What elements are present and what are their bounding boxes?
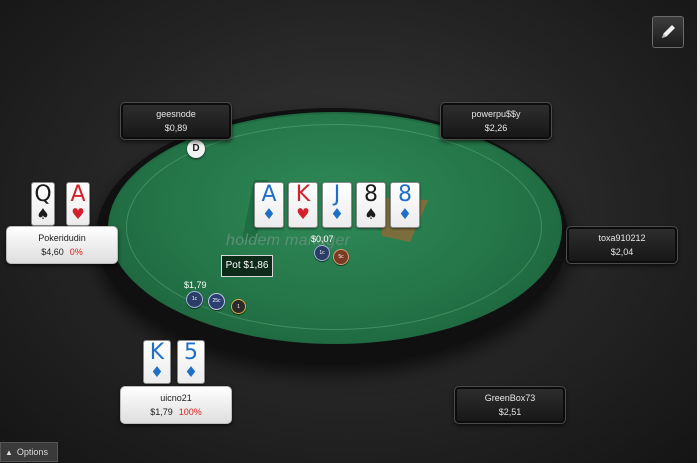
seat-greenbox73[interactable]: GreenBox73 $2,51: [454, 386, 566, 424]
card-suit: ♦: [262, 205, 276, 223]
seat-uicno21[interactable]: uicno21 $1,79 100%: [120, 386, 232, 424]
seat-powerpussy[interactable]: powerpu$$y $2,26: [440, 102, 552, 140]
board-card: 8 ♦: [390, 182, 420, 228]
hole-card: K ♦: [143, 340, 171, 384]
card-suit: ♦: [330, 205, 344, 223]
hole-card: 5 ♦: [177, 340, 205, 384]
card-rank: K: [149, 340, 165, 365]
player-stack-row: $1,79 100%: [121, 407, 231, 418]
seat-toxa910212[interactable]: toxa910212 $2,04: [566, 226, 678, 264]
card-suit: ♦: [184, 363, 198, 381]
card-suit: ♥: [296, 205, 310, 223]
pencil-icon: [662, 25, 675, 38]
card-rank: Q: [34, 182, 52, 207]
board-card: 8 ♠: [356, 182, 386, 228]
seat-geesnode[interactable]: geesnode $0,89: [120, 102, 232, 140]
bet-amount-left: $1,79: [184, 280, 207, 290]
chevron-up-icon: ▲: [5, 448, 13, 457]
options-button[interactable]: ▲ Options: [0, 442, 58, 462]
player-name: GreenBox73: [484, 393, 536, 403]
card-rank: 5: [184, 340, 198, 365]
player-stack-row: $4,60 0%: [7, 247, 117, 258]
player-name: geesnode: [156, 109, 196, 119]
equity-percent: 0%: [69, 247, 83, 257]
chip-5c: 5c: [333, 249, 349, 265]
hole-card: A ♥: [66, 182, 90, 226]
options-label: Options: [16, 447, 48, 457]
player-name: powerpu$$y: [471, 109, 521, 119]
card-suit: ♠: [364, 205, 378, 223]
player-name: Pokeridudin: [38, 233, 86, 243]
card-suit: ♠: [36, 205, 50, 223]
chip-1c: 1c: [314, 245, 330, 261]
bet-amount-top: $0,07: [311, 234, 334, 244]
player-stack: $2,26: [484, 123, 508, 133]
board-card: J ♦: [322, 182, 352, 228]
card-rank: 8: [398, 182, 412, 207]
chip-1c: 1c: [186, 291, 203, 308]
player-name: uicno21: [160, 393, 192, 403]
card-rank: K: [295, 182, 311, 207]
card-suit: ♥: [71, 205, 85, 223]
hole-card: Q ♠: [31, 182, 55, 226]
dealer-button: D: [187, 140, 205, 158]
pot-label: Pot $1,86: [221, 255, 273, 277]
card-rank: A: [261, 182, 277, 207]
player-stack: $1,79: [150, 407, 173, 417]
card-rank: 8: [364, 182, 378, 207]
card-rank: J: [333, 182, 341, 207]
chip-1: 1: [231, 299, 246, 314]
player-stack: $4,60: [41, 247, 64, 257]
player-stack: $2,04: [610, 247, 634, 257]
board-card: A ♦: [254, 182, 284, 228]
card-suit: ♦: [398, 205, 412, 223]
edit-button[interactable]: [652, 16, 684, 48]
card-suit: ♦: [150, 363, 164, 381]
card-rank: A: [70, 182, 86, 207]
seat-pokeridudin[interactable]: Pokeridudin $4,60 0%: [6, 226, 118, 264]
equity-percent: 100%: [178, 407, 202, 417]
player-stack: $2,51: [498, 407, 522, 417]
player-stack: $0,89: [164, 123, 188, 133]
player-name: toxa910212: [598, 233, 646, 243]
chip-25c: 25c: [208, 293, 225, 310]
board-card: K ♥: [288, 182, 318, 228]
